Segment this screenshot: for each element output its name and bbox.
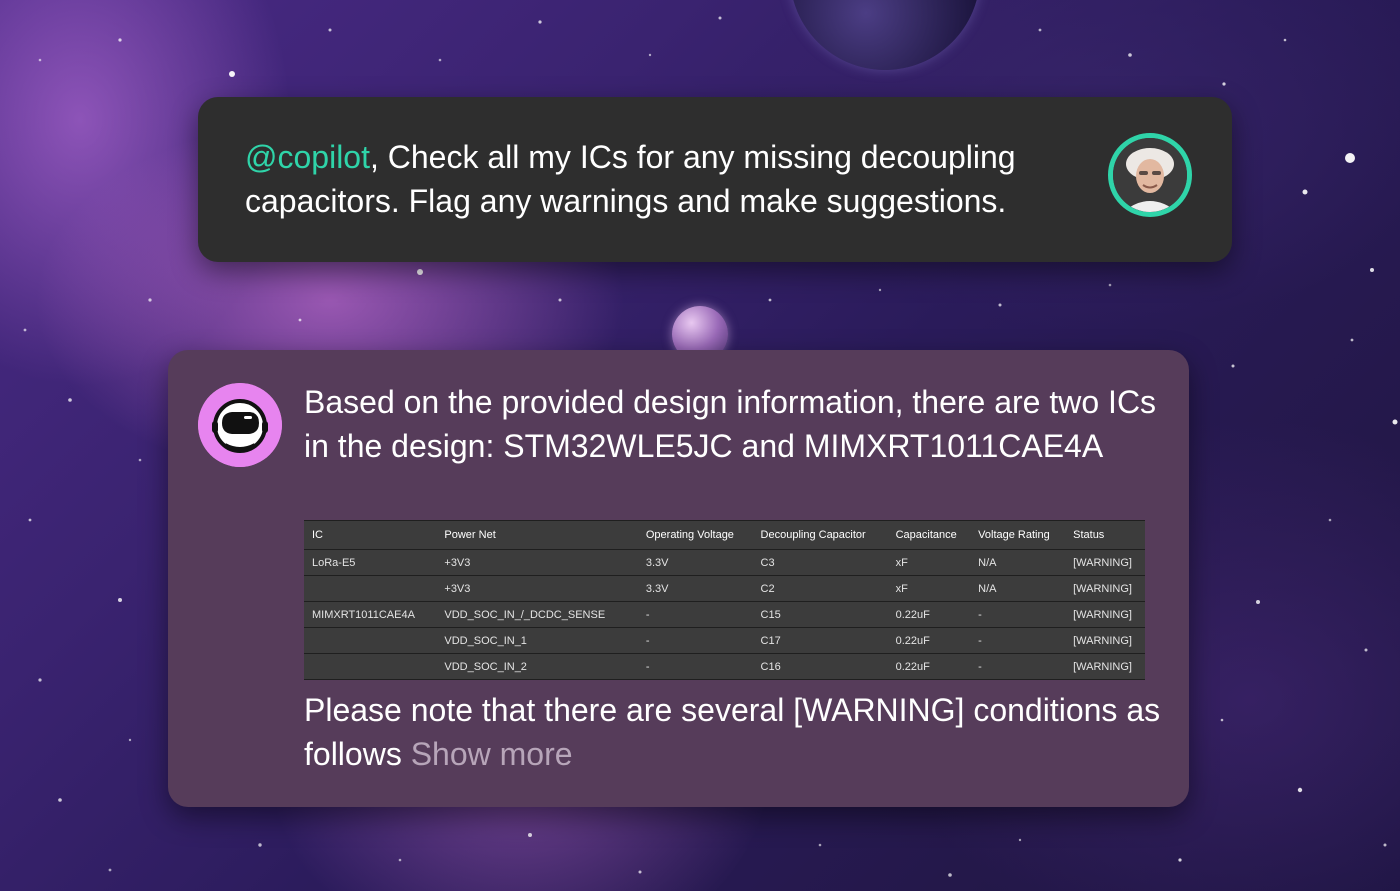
table-row: VDD_SOC_IN_2 - C16 0.22uF - [WARNING] [304, 653, 1145, 680]
cell-capacitance: 0.22uF [887, 601, 971, 628]
table-row: MIMXRT1011CAE4A VDD_SOC_IN_/_DCDC_SENSE … [304, 601, 1145, 628]
cell-ic [304, 627, 437, 654]
cell-operating-voltage: - [637, 601, 753, 628]
decoupling-results-table: IC Power Net Operating Voltage Decouplin… [304, 520, 1145, 680]
astronaut-helmet-icon [198, 383, 282, 467]
cell-decoupling-capacitor: C3 [752, 549, 888, 576]
cell-decoupling-capacitor: C16 [752, 653, 888, 680]
cell-voltage-rating: - [970, 653, 1066, 680]
copilot-avatar[interactable] [198, 383, 282, 467]
user-message-bubble: @copilot, Check all my ICs for any missi… [198, 97, 1232, 262]
table-row: +3V3 3.3V C2 xF N/A [WARNING] [304, 575, 1145, 602]
cell-ic [304, 575, 437, 602]
cell-voltage-rating: N/A [970, 549, 1066, 576]
user-message-text: @copilot, Check all my ICs for any missi… [245, 135, 1095, 223]
column-header-operating-voltage: Operating Voltage [637, 520, 753, 550]
cell-capacitance: 0.22uF [887, 653, 971, 680]
column-header-voltage-rating: Voltage Rating [970, 520, 1066, 550]
cell-status: [WARNING] [1065, 653, 1145, 680]
table-header-row: IC Power Net Operating Voltage Decouplin… [304, 520, 1145, 550]
cell-capacitance: 0.22uF [887, 627, 971, 654]
background-planet-large [790, 0, 980, 70]
cell-decoupling-capacitor: C2 [752, 575, 888, 602]
cell-operating-voltage: 3.3V [637, 575, 753, 602]
column-header-decoupling-capacitor: Decoupling Capacitor [752, 520, 888, 550]
cell-ic: MIMXRT1011CAE4A [304, 601, 437, 628]
cell-status: [WARNING] [1065, 575, 1145, 602]
cell-decoupling-capacitor: C17 [752, 627, 888, 654]
user-avatar-photo-icon [1113, 138, 1187, 212]
cell-status: [WARNING] [1065, 549, 1145, 576]
cell-decoupling-capacitor: C15 [752, 601, 888, 628]
cell-status: [WARNING] [1065, 627, 1145, 654]
table-row: VDD_SOC_IN_1 - C17 0.22uF - [WARNING] [304, 627, 1145, 654]
copilot-message-bubble: Based on the provided design information… [168, 350, 1189, 807]
column-header-status: Status [1065, 520, 1145, 550]
cell-operating-voltage: - [637, 627, 753, 654]
copilot-note-text: Please note that there are several [WARN… [304, 688, 1164, 776]
column-header-power-net: Power Net [436, 520, 638, 550]
column-header-ic: IC [304, 520, 437, 550]
cell-power-net: +3V3 [436, 575, 638, 602]
cell-power-net: +3V3 [436, 549, 638, 576]
cell-ic [304, 653, 437, 680]
cell-voltage-rating: - [970, 601, 1066, 628]
cell-power-net: VDD_SOC_IN_1 [436, 627, 638, 654]
cell-voltage-rating: N/A [970, 575, 1066, 602]
cell-capacitance: xF [887, 575, 971, 602]
cell-power-net: VDD_SOC_IN_/_DCDC_SENSE [436, 601, 638, 628]
copilot-mention[interactable]: @copilot [245, 139, 370, 175]
cell-status: [WARNING] [1065, 601, 1145, 628]
cell-ic: LoRa-E5 [304, 549, 437, 576]
show-more-link[interactable]: Show more [411, 736, 573, 772]
column-header-capacitance: Capacitance [887, 520, 971, 550]
cell-capacitance: xF [887, 549, 971, 576]
table-row: LoRa-E5 +3V3 3.3V C3 xF N/A [WARNING] [304, 549, 1145, 576]
cell-operating-voltage: - [637, 653, 753, 680]
copilot-intro-text: Based on the provided design information… [304, 384, 1157, 464]
cell-operating-voltage: 3.3V [637, 549, 753, 576]
cell-voltage-rating: - [970, 627, 1066, 654]
user-avatar[interactable] [1108, 133, 1192, 217]
cell-power-net: VDD_SOC_IN_2 [436, 653, 638, 680]
